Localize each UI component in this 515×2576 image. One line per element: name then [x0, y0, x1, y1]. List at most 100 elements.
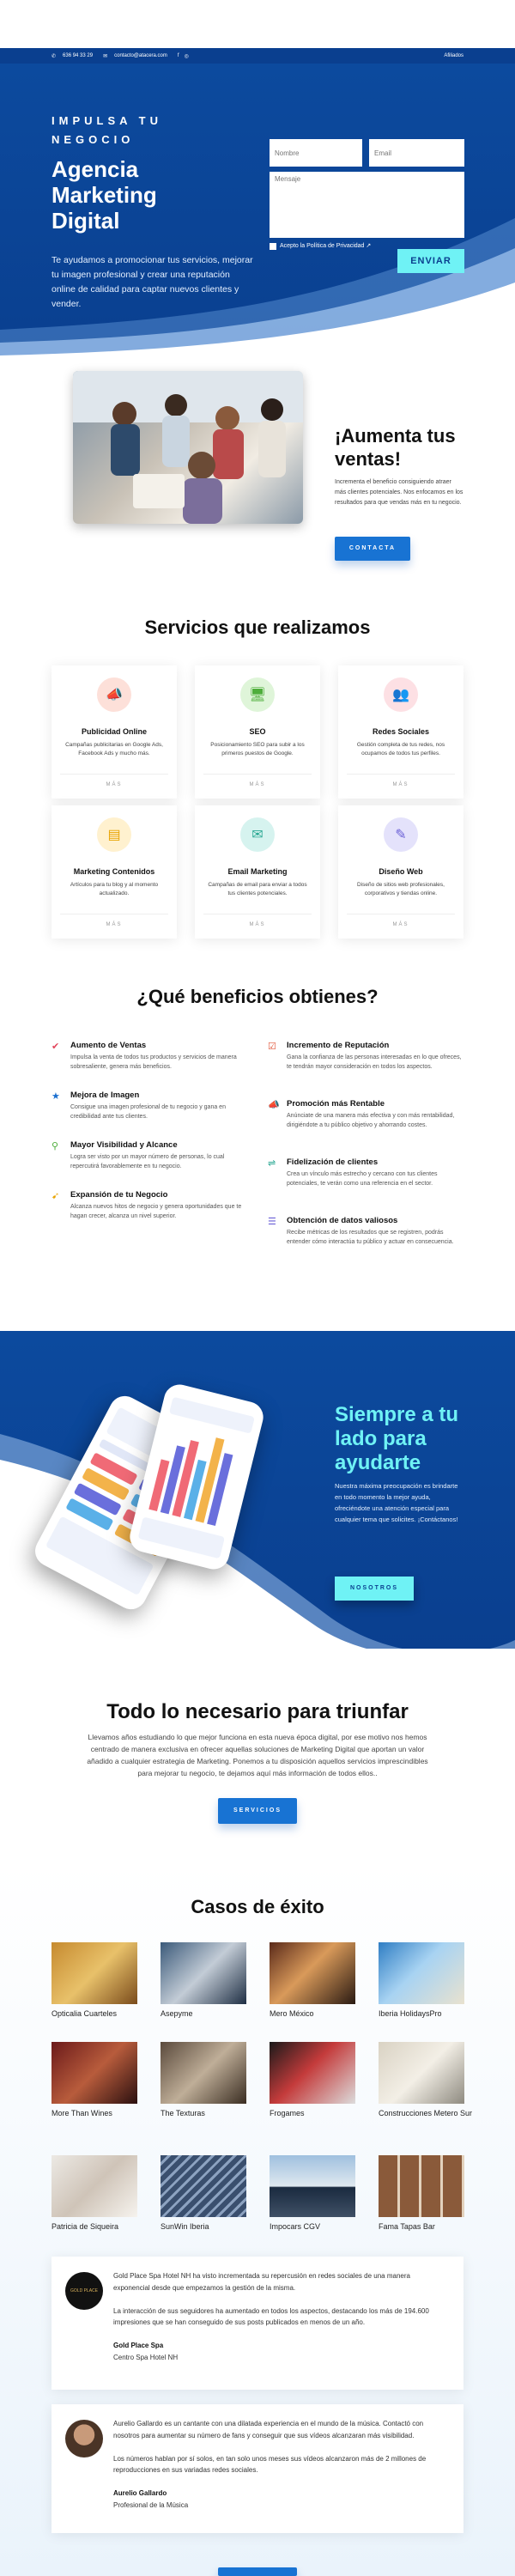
- support-description: Nuestra máxima preocupación es brindarte…: [335, 1482, 458, 1523]
- testimonial-author: Gold Place Spa: [113, 2342, 164, 2349]
- case-name[interactable]: Frogames: [270, 2109, 390, 2117]
- more-link[interactable]: MÁS: [338, 782, 464, 787]
- case-name[interactable]: SunWin Iberia: [161, 2222, 281, 2231]
- benefit-item: 📣 Promoción más Rentable Anúnciate de un…: [268, 1099, 455, 1128]
- seo-icon: 🖥: [240, 677, 275, 712]
- service-card[interactable]: ▤ Marketing Contenidos Artículos para tu…: [52, 805, 177, 939]
- benefits-title: ¿Qué beneficios obtienes?: [136, 986, 379, 1007]
- need-title: Todo lo necesario para triunfar: [106, 1700, 409, 1723]
- design-icon: ✎: [384, 817, 418, 852]
- email-input[interactable]: [369, 139, 464, 167]
- service-card[interactable]: 👥 Redes Sociales Gestión completa de tus…: [338, 665, 464, 799]
- message-textarea[interactable]: [270, 172, 464, 238]
- testimonial-text: Gold Place Spa Hotel NH ha visto increme…: [113, 2272, 429, 2361]
- benefit-item: ☑ Incremento de Reputación Gana la confi…: [268, 1041, 462, 1070]
- case-thumbnail[interactable]: [270, 1942, 355, 2004]
- search-icon: ⚲: [52, 1141, 59, 1151]
- external-link-icon: ↗: [366, 243, 372, 249]
- need-description: Llevamos años estudiando lo que mejor fu…: [87, 1733, 428, 1777]
- case-thumbnail[interactable]: [379, 2042, 464, 2104]
- top-bar: ✆ 636 94 33 29 ✉ contacto@atacera.com f ◎ …: [0, 48, 515, 64]
- case-thumbnail[interactable]: [379, 1942, 464, 2004]
- more-link[interactable]: MÁS: [52, 922, 177, 927]
- case-name[interactable]: Impocars CGV: [270, 2222, 390, 2231]
- more-link[interactable]: MÁS: [338, 922, 464, 927]
- testimonial-card: Aurelio Gallardo es un cantante con una …: [52, 2404, 464, 2533]
- send-button[interactable]: ENVIAR: [397, 249, 464, 273]
- service-card[interactable]: ✎ Diseño Web Diseño de sitios web profes…: [338, 805, 464, 939]
- data-icon: ☰: [268, 1217, 276, 1227]
- privacy-label[interactable]: Acepto la Política de Privacidad ↗: [280, 242, 371, 249]
- service-card[interactable]: 📣 Publicidad Online Campañas publicitari…: [52, 665, 177, 799]
- benefit-item: ⇌ Fidelización de clientes Crea un víncu…: [268, 1157, 438, 1187]
- affiliates-link[interactable]: Afiliados: [444, 53, 464, 58]
- case-thumbnail[interactable]: [270, 2042, 355, 2104]
- hero-title: Agencia Marketing Digital: [52, 156, 157, 234]
- case-thumbnail[interactable]: [52, 2042, 137, 2104]
- service-card[interactable]: 🖥 SEO Posicionamiento SEO para subir a l…: [195, 665, 320, 799]
- services-button[interactable]: SERVICIOS: [218, 1798, 297, 1824]
- case-thumbnail[interactable]: [379, 2155, 464, 2217]
- testimonial-text: Aurelio Gallardo es un cantante con una …: [113, 2420, 427, 2509]
- case-name[interactable]: Construcciones Metero Sur: [379, 2109, 499, 2118]
- benefit-item: ☰ Obtención de datos valiosos Recibe mét…: [268, 1216, 454, 1245]
- email-icon: ✉: [240, 817, 275, 852]
- support-title: Siempre a tu lado para ayudarte: [335, 1403, 459, 1474]
- more-link[interactable]: MÁS: [195, 922, 320, 927]
- instagram-icon[interactable]: ◎: [185, 53, 189, 59]
- loyalty-icon: ⇌: [268, 1158, 276, 1169]
- benefit-item: ⚲ Mayor Visibilidad y Alcance Logra ser …: [52, 1140, 225, 1170]
- case-name[interactable]: Iberia HolidaysPro: [379, 2009, 499, 2018]
- case-name[interactable]: More Than Wines: [52, 2109, 172, 2117]
- service-card[interactable]: ✉ Email Marketing Campañas de email para…: [195, 805, 320, 939]
- team-meeting-photo: [73, 371, 303, 524]
- gold-place-logo: GOLD PLACE: [65, 2272, 103, 2310]
- contact-button[interactable]: CONTACTA: [335, 537, 410, 561]
- testimonial-role: Profesional de la Música: [113, 2500, 189, 2509]
- avatar: [65, 2420, 103, 2458]
- benefit-item: ➹ Expansión de tu Negocio Alcanza nuevos…: [52, 1190, 242, 1219]
- case-thumbnail[interactable]: [270, 2155, 355, 2217]
- testimonial-card: GOLD PLACE Gold Place Spa Hotel NH ha vi…: [52, 2257, 464, 2390]
- case-name[interactable]: Patricia de Siqueira: [52, 2222, 172, 2231]
- content-icon: ▤: [97, 817, 131, 852]
- check-circle-icon: ✔: [52, 1042, 60, 1052]
- more-link[interactable]: MÁS: [52, 782, 177, 787]
- benefit-item: ✔ Aumento de Ventas Impulsa la venta de …: [52, 1041, 237, 1070]
- star-icon: ★: [52, 1091, 60, 1102]
- privacy-checkbox[interactable]: [270, 243, 276, 250]
- more-link[interactable]: MÁS: [195, 782, 320, 787]
- about-us-button[interactable]: NOSOTROS: [335, 1577, 414, 1601]
- email-link[interactable]: ✉ contacto@atacera.com: [103, 53, 173, 59]
- more-button-partial[interactable]: [218, 2567, 297, 2576]
- name-input[interactable]: [270, 139, 362, 167]
- users-icon: 👥: [384, 677, 418, 712]
- megaphone-icon: 📣: [97, 677, 131, 712]
- testimonial-role: Centro Spa Hotel NH: [113, 2353, 179, 2361]
- case-thumbnail[interactable]: [161, 2042, 246, 2104]
- sales-title: ¡Aumenta tus ventas!: [335, 425, 456, 470]
- sales-description: Incrementa el beneficio consiguiendo atr…: [335, 479, 464, 506]
- megaphone-icon: 📣: [268, 1100, 280, 1110]
- facebook-icon[interactable]: f: [178, 53, 179, 58]
- case-name[interactable]: The Texturas: [161, 2109, 281, 2117]
- testimonial-author: Aurelio Gallardo: [113, 2489, 167, 2497]
- case-thumbnail[interactable]: [161, 1942, 246, 2004]
- phone-icon: ✆: [52, 53, 57, 59]
- case-name[interactable]: Asepyme: [161, 2009, 281, 2018]
- checkbox-icon: ☑: [268, 1042, 276, 1052]
- hero-description: Te ayudamos a promocionar tus servicios,…: [52, 255, 253, 309]
- cases-title: Casos de éxito: [191, 1896, 324, 1917]
- hero-kicker: IMPULSA TU NEGOCIO: [52, 114, 162, 146]
- rocket-icon: ➹: [52, 1191, 60, 1201]
- case-thumbnail[interactable]: [52, 1942, 137, 2004]
- case-thumbnail[interactable]: [52, 2155, 137, 2217]
- phone-link[interactable]: ✆ 636 94 33 29: [52, 53, 98, 59]
- benefit-item: ★ Mejora de Imagen Consigue una imagen p…: [52, 1091, 226, 1120]
- case-name[interactable]: Mero México: [270, 2009, 390, 2018]
- team-photo-illustration: [73, 371, 303, 524]
- case-name[interactable]: Fama Tapas Bar: [379, 2222, 499, 2231]
- case-thumbnail[interactable]: [161, 2155, 246, 2217]
- services-title: Servicios que realizamos: [144, 617, 371, 638]
- case-name[interactable]: Opticalia Cuarteles: [52, 2009, 172, 2018]
